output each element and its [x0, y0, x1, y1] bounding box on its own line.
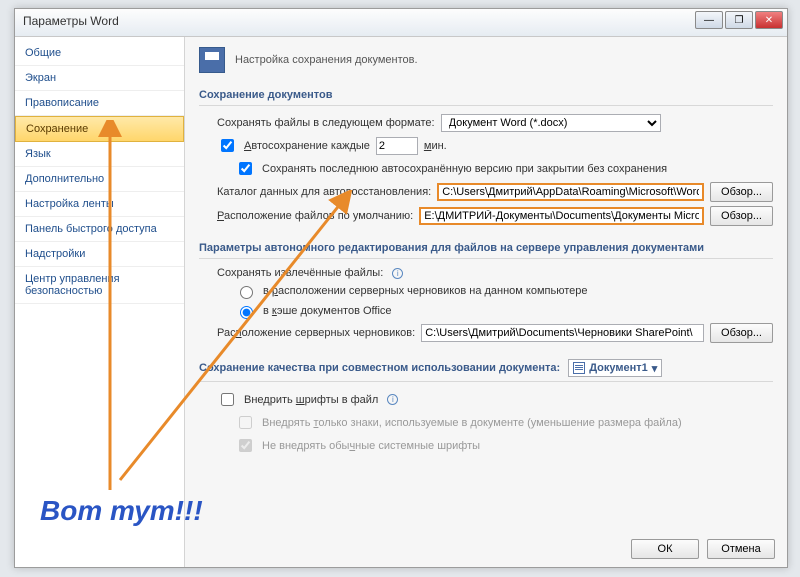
autosave-unit: мин.	[424, 140, 447, 152]
save-format-select[interactable]: Документ Word (*.docx)	[441, 114, 661, 132]
sidebar-item-addins[interactable]: Надстройки	[15, 242, 184, 267]
embed-only-used-label: Внедрять только знаки, используемые в до…	[262, 417, 682, 429]
sidebar-item-language[interactable]: Язык	[15, 142, 184, 167]
office-cache-radio[interactable]	[240, 306, 253, 319]
autosave-label: Автосохранение каждые	[244, 140, 370, 152]
embed-fonts-checkbox[interactable]	[221, 393, 234, 406]
autosave-minutes-input[interactable]	[376, 137, 418, 155]
autosave-checkbox[interactable]	[221, 139, 234, 152]
drafts-location-input[interactable]	[421, 324, 704, 342]
no-embed-system-label: Не внедрять обычные системные шрифты	[262, 440, 480, 452]
minimize-button[interactable]: —	[695, 11, 723, 29]
sidebar-item-display[interactable]: Экран	[15, 66, 184, 91]
window-title: Параметры Word	[23, 14, 119, 28]
embed-fonts-label: Внедрить шрифты в файл	[244, 394, 378, 406]
save-format-label: Сохранять файлы в следующем формате:	[217, 117, 435, 129]
fidelity-document-select[interactable]: Документ1 ▾	[568, 359, 662, 377]
default-location-input[interactable]	[419, 207, 704, 225]
info-icon[interactable]: i	[387, 394, 398, 405]
no-embed-system-checkbox	[239, 439, 252, 452]
office-cache-radio-label: в кэше документов Office	[263, 305, 392, 317]
recovery-dir-input[interactable]	[437, 183, 704, 201]
page-description: Настройка сохранения документов.	[235, 54, 418, 66]
cancel-button[interactable]: Отмена	[707, 539, 775, 559]
window-controls: — ❐ ✕	[693, 11, 783, 29]
info-icon[interactable]: i	[392, 268, 403, 279]
sidebar-item-proofing[interactable]: Правописание	[15, 91, 184, 116]
maximize-button[interactable]: ❐	[725, 11, 753, 29]
ok-button[interactable]: ОК	[631, 539, 699, 559]
browse-default-location-button[interactable]: Обзор...	[710, 206, 773, 226]
keep-last-autosave-label: Сохранять последнюю автосохранённую верс…	[262, 163, 667, 175]
annotation-label: Вот тут!!!	[40, 495, 203, 527]
browse-drafts-button[interactable]: Обзор...	[710, 323, 773, 343]
server-drafts-radio[interactable]	[240, 286, 253, 299]
content-pane: Настройка сохранения документов. Сохране…	[185, 37, 787, 567]
embed-only-used-checkbox	[239, 416, 252, 429]
page-header: Настройка сохранения документов.	[199, 47, 773, 73]
keep-last-autosave-checkbox[interactable]	[239, 162, 252, 175]
dialog-footer: ОК Отмена	[631, 539, 775, 559]
drafts-location-label: Расположение серверных черновиков:	[217, 327, 415, 339]
section-preserve-fidelity: Сохранение качества при совместном испол…	[199, 353, 773, 382]
options-dialog: Параметры Word — ❐ ✕ Общие Экран Правопи…	[14, 8, 788, 568]
recovery-dir-label: Каталог данных для автовосстановления:	[217, 186, 431, 198]
sidebar-item-qat[interactable]: Панель быстрого доступа	[15, 217, 184, 242]
sidebar-item-save[interactable]: Сохранение	[15, 116, 184, 142]
section-save-documents: Сохранение документов	[199, 83, 773, 106]
titlebar[interactable]: Параметры Word — ❐ ✕	[15, 9, 787, 37]
document-icon	[573, 362, 585, 374]
close-button[interactable]: ✕	[755, 11, 783, 29]
sidebar-item-general[interactable]: Общие	[15, 41, 184, 66]
category-sidebar: Общие Экран Правописание Сохранение Язык…	[15, 37, 185, 567]
default-location-label: Расположение файлов по умолчанию:	[217, 210, 413, 222]
browse-recovery-button[interactable]: Обзор...	[710, 182, 773, 202]
section-offline-editing: Параметры автономного редактирования для…	[199, 236, 773, 259]
sidebar-item-trust[interactable]: Центр управления безопасностью	[15, 267, 184, 304]
chevron-down-icon: ▾	[652, 362, 658, 375]
sidebar-item-ribbon[interactable]: Настройка ленты	[15, 192, 184, 217]
sidebar-item-advanced[interactable]: Дополнительно	[15, 167, 184, 192]
save-checked-out-label: Сохранять извлечённые файлы:	[217, 267, 383, 279]
save-disk-icon	[199, 47, 225, 73]
server-drafts-radio-label: в расположении серверных черновиков на д…	[263, 285, 588, 297]
